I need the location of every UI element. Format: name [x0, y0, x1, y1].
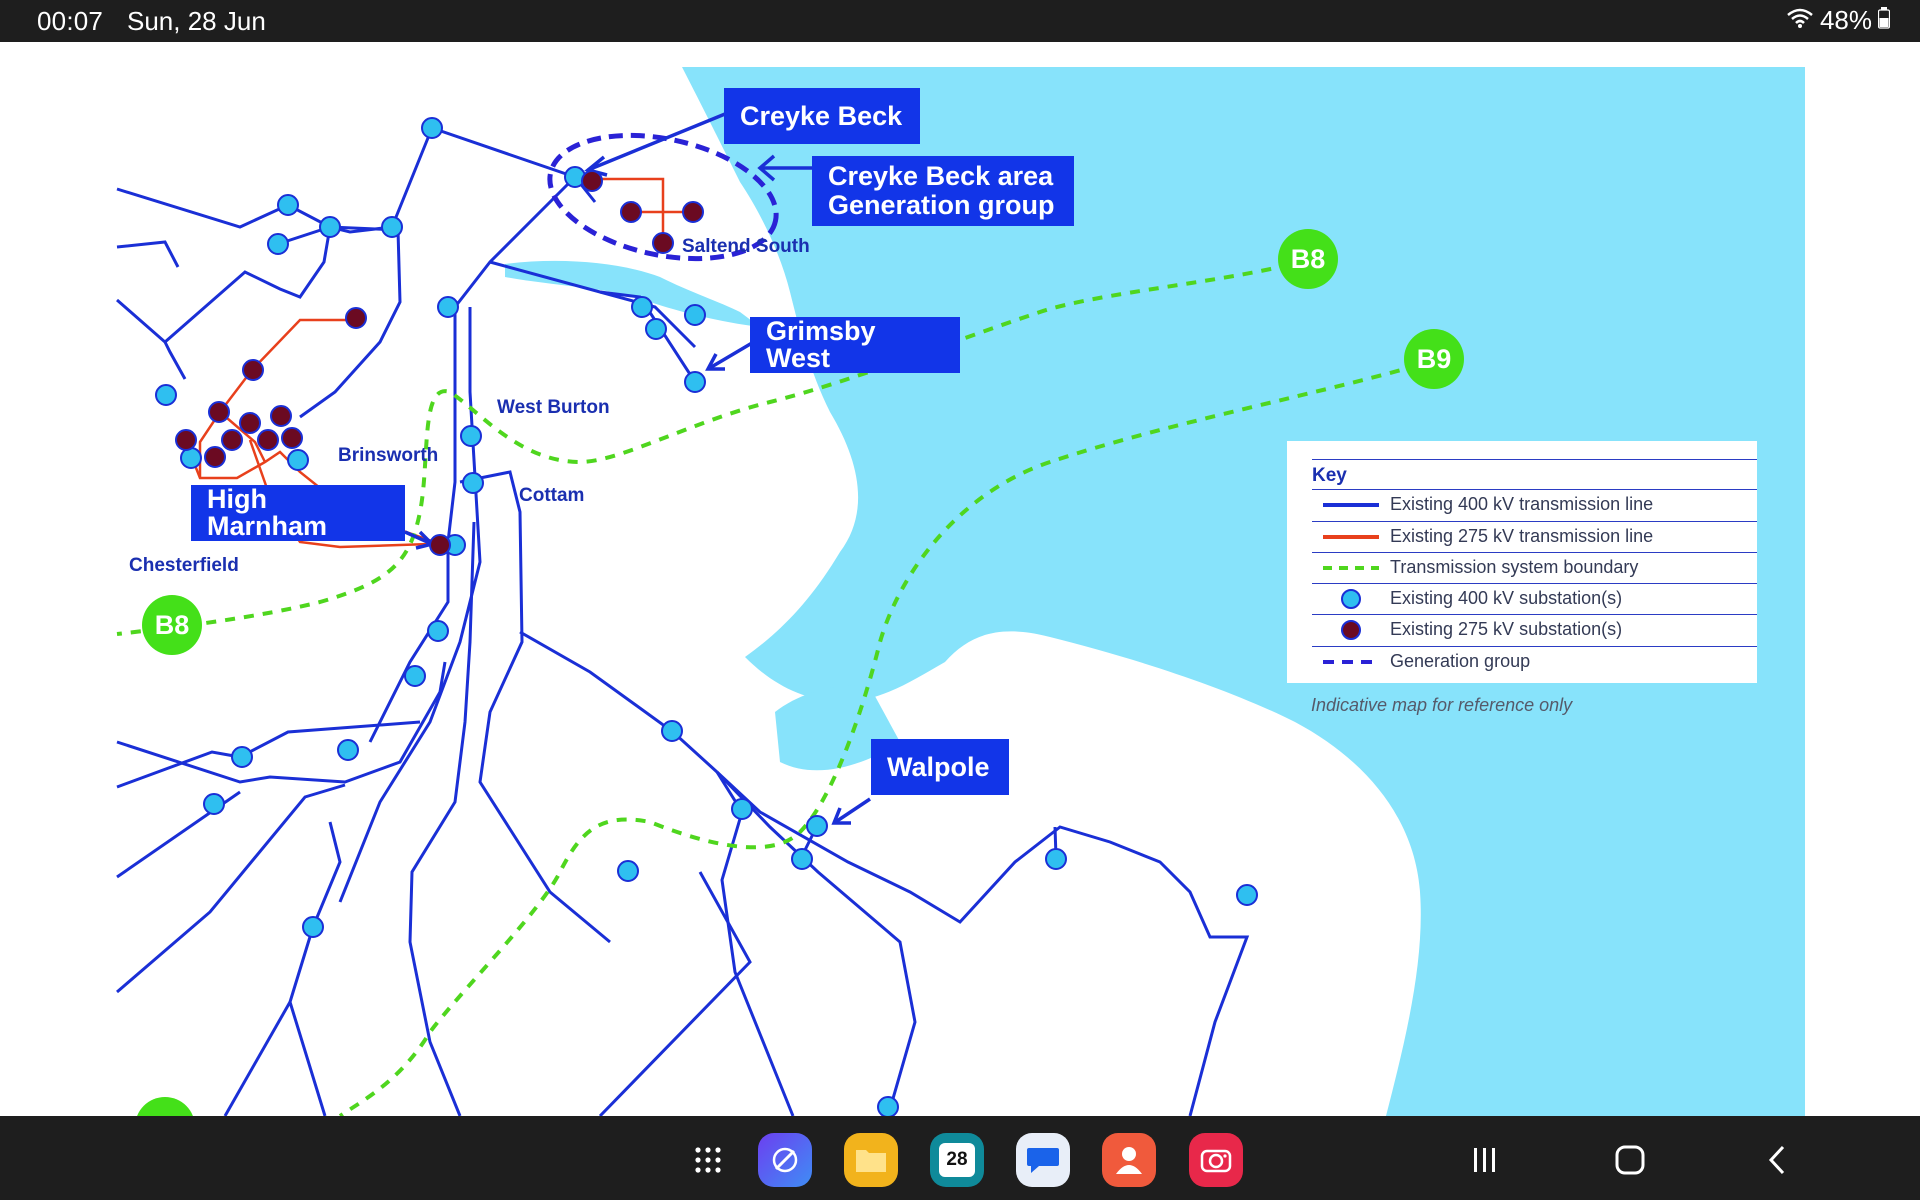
calendar-day: 28	[939, 1143, 975, 1177]
key-label: Transmission system boundary	[1390, 557, 1639, 577]
callout-high-marnham-label: High Marnham	[207, 484, 328, 541]
callout-grimsby-west-label: Grimsby West	[766, 316, 876, 373]
substation-275kv-icon	[1312, 615, 1390, 645]
key-label: Existing 275 kV transmission line	[1390, 526, 1654, 546]
callout-creyke-group-line1: Creyke Beck area	[828, 161, 1054, 191]
navigation-bar: 28	[0, 1116, 1920, 1200]
callout-walpole: Walpole	[871, 739, 1009, 795]
key-row-generation-group: Generation group	[1312, 646, 1757, 676]
key-row-substation-275kv: Existing 275 kV substation(s)	[1312, 614, 1757, 644]
callout-creyke-group-line2: Generation group	[828, 190, 1055, 220]
key-row	[1312, 459, 1757, 460]
boundary-dashed-icon	[1312, 553, 1390, 583]
key-label: Generation group	[1390, 651, 1531, 671]
place-west-burton: West Burton	[497, 397, 610, 418]
key-title: Key	[1312, 465, 1347, 486]
generation-group-dashed-icon	[1312, 647, 1390, 677]
battery-icon	[1877, 5, 1891, 36]
key-row-boundary: Transmission system boundary	[1312, 552, 1757, 582]
messages-icon[interactable]	[1016, 1133, 1070, 1187]
boundary-badge-b8-west: B8	[142, 595, 202, 655]
clock: 00:07	[37, 6, 104, 36]
key-row-substation-400kv: Existing 400 kV substation(s)	[1312, 583, 1757, 613]
line-400kv-icon	[1312, 490, 1390, 520]
home-icon[interactable]	[1608, 1138, 1652, 1182]
humber-estuary	[505, 260, 760, 327]
callout-grimsby-west: Grimsby West	[750, 317, 960, 373]
substation-400kv-icon	[1312, 584, 1390, 614]
boundary-badge-b9: B9	[1404, 329, 1464, 389]
recent-apps-icon[interactable]	[1463, 1138, 1507, 1182]
callout-walpole-label: Walpole	[887, 751, 990, 782]
camera-icon[interactable]	[1189, 1133, 1243, 1187]
status-icons: 48%	[1786, 5, 1891, 36]
place-chesterfield: Chesterfield	[129, 555, 239, 576]
wifi-icon	[1786, 5, 1814, 36]
place-cottam: Cottam	[519, 485, 585, 506]
contacts-icon[interactable]	[1102, 1133, 1156, 1187]
boundary-badge-partial	[137, 1097, 193, 1116]
callout-creyke-beck-label: Creyke Beck	[740, 100, 903, 131]
map-view[interactable]: Creyke Beck Creyke Beck area Generation …	[0, 42, 1920, 1116]
back-icon[interactable]	[1755, 1138, 1799, 1182]
place-saltend-south: Saltend South	[682, 236, 810, 257]
browser-icon[interactable]	[758, 1133, 812, 1187]
callout-creyke-beck: Creyke Beck	[724, 88, 920, 144]
key-row-line-400kv: Existing 400 kV transmission line	[1312, 489, 1757, 519]
calendar-icon[interactable]: 28	[930, 1133, 984, 1187]
callout-creyke-generation-group: Creyke Beck area Generation group	[812, 156, 1074, 226]
map-key: Key Existing 400 kV transmission line Ex…	[1287, 441, 1757, 683]
key-label: Existing 400 kV transmission line	[1390, 494, 1654, 514]
line-275kv-icon	[1312, 522, 1390, 552]
status-bar: 00:07 Sun, 28 Jun 48%	[0, 0, 1920, 42]
date: Sun, 28 Jun	[127, 6, 266, 36]
apps-grid-icon[interactable]	[681, 1133, 735, 1187]
place-brinsworth: Brinsworth	[338, 445, 439, 466]
key-label: Existing 400 kV substation(s)	[1390, 588, 1623, 608]
battery-level: 48%	[1819, 5, 1872, 35]
key-row-line-275kv: Existing 275 kV transmission line	[1312, 521, 1757, 551]
map-disclaimer: Indicative map for reference only	[1311, 695, 1573, 715]
files-icon[interactable]	[844, 1133, 898, 1187]
key-label: Existing 275 kV substation(s)	[1390, 619, 1623, 639]
callout-high-marnham: High Marnham	[191, 485, 405, 541]
boundary-badge-b8-east: B8	[1278, 229, 1338, 289]
